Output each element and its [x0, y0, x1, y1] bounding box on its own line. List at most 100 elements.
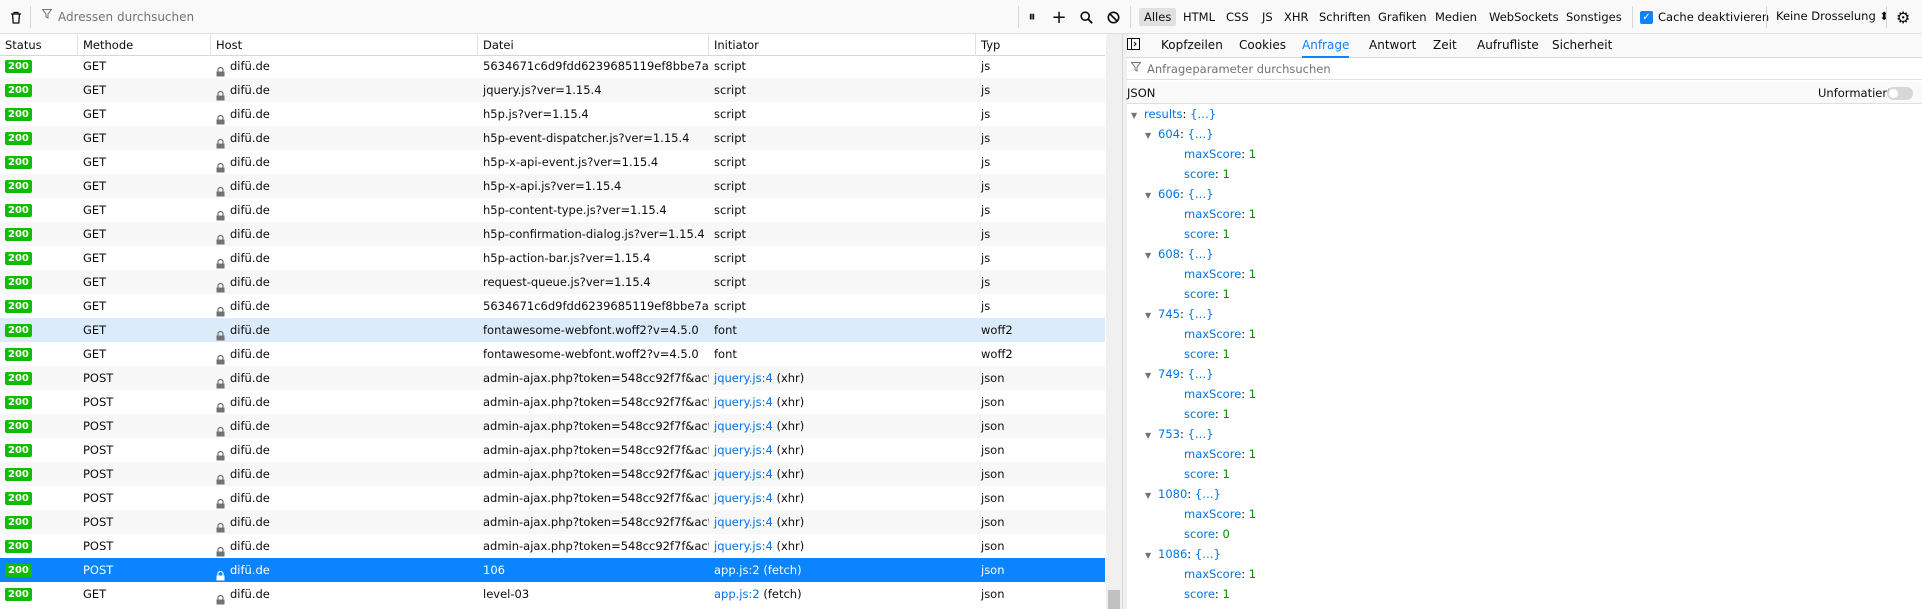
- json-key: 1080: [1158, 487, 1188, 501]
- initiator-link[interactable]: jquery.js:4: [714, 491, 773, 505]
- type-filter-fonts[interactable]: Schriften: [1314, 8, 1376, 26]
- twisty-expanded-icon[interactable]: ▼: [1145, 426, 1155, 446]
- sidebar-toggle-icon[interactable]: [1127, 38, 1140, 53]
- file-cell: h5p-action-bar.js?ver=1.15.4: [478, 246, 709, 270]
- tab-response[interactable]: Antwort: [1369, 34, 1416, 58]
- host-cell: difü.de: [211, 78, 478, 102]
- scrollbar-thumb[interactable]: [1108, 590, 1120, 609]
- table-row[interactable]: 200 GET difü.de fontawesome-webfont.woff2?v…: [0, 342, 1105, 366]
- json-tree-object[interactable]: ▼ 753: {…}: [1145, 424, 1214, 444]
- type-filter-html[interactable]: HTML: [1178, 8, 1220, 26]
- gear-icon[interactable]: ⚙: [1896, 8, 1910, 27]
- type-filter-xhr[interactable]: XHR: [1279, 8, 1314, 26]
- column-header-initiator[interactable]: Initiator: [709, 34, 976, 56]
- tab-timings[interactable]: Zeit: [1433, 34, 1457, 58]
- twisty-expanded-icon[interactable]: ▼: [1145, 546, 1155, 566]
- raw-toggle-switch[interactable]: [1887, 87, 1913, 100]
- status-badge: 200: [5, 348, 32, 361]
- disable-cache-checkbox[interactable]: ✓ Cache deaktivieren: [1640, 9, 1769, 25]
- initiator-link[interactable]: jquery.js:4: [714, 467, 773, 481]
- json-colon: :: [1187, 487, 1195, 501]
- initiator-link[interactable]: jquery.js:4: [714, 515, 773, 529]
- initiator-link[interactable]: jquery.js:4: [714, 419, 773, 433]
- initiator-link[interactable]: jquery.js:4: [714, 395, 773, 409]
- twisty-expanded-icon[interactable]: ▼: [1145, 486, 1155, 506]
- twisty-expanded-icon[interactable]: ▼: [1145, 186, 1155, 206]
- table-row[interactable]: 200 GET difü.de level-03 app.js:2 (fetch) jso…: [0, 582, 1105, 606]
- table-row[interactable]: 200 POST difü.de admin-ajax.php?token=548cc…: [0, 438, 1105, 462]
- json-tree-object[interactable]: ▼ 749: {…}: [1145, 364, 1214, 384]
- json-tree-object[interactable]: ▼ 604: {…}: [1145, 124, 1214, 144]
- table-row[interactable]: 200 GET difü.de h5p-x-api-event.js?ver=1.15…: [0, 150, 1105, 174]
- table-row[interactable]: 200 POST difü.de admin-ajax.php?token=548cc…: [0, 366, 1105, 390]
- table-row[interactable]: 200 POST difü.de 106 app.js:2 (fetch) json: [0, 558, 1105, 582]
- table-row[interactable]: 200 GET difü.de jquery.js?ver=1.15.4 script j…: [0, 78, 1105, 102]
- table-row[interactable]: 200 GET difü.de h5p.js?ver=1.15.4 script js: [0, 102, 1105, 126]
- file-cell: admin-ajax.php?token=548cc92f7f&acti: [478, 510, 709, 534]
- type-filter-websockets[interactable]: WebSockets: [1484, 8, 1564, 26]
- param-filter-input[interactable]: [1127, 58, 1922, 80]
- type-filter-all[interactable]: Alles: [1139, 8, 1177, 26]
- json-tree-object[interactable]: ▼ results: {…}: [1131, 104, 1216, 124]
- table-row[interactable]: 200 POST difü.de admin-ajax.php?token=548cc…: [0, 510, 1105, 534]
- tab-stack-trace[interactable]: Aufrufliste: [1477, 34, 1539, 58]
- table-row[interactable]: 200 GET difü.de h5p-action-bar.js?ver=1.15.…: [0, 246, 1105, 270]
- table-row[interactable]: 200 GET difü.de fontawesome-webfont.woff2?v…: [0, 318, 1105, 342]
- tab-security[interactable]: Sicherheit: [1552, 34, 1612, 58]
- initiator-link[interactable]: app.js:2: [714, 587, 760, 601]
- url-filter-input[interactable]: [38, 5, 1018, 29]
- tab-request[interactable]: Anfrage: [1302, 34, 1350, 58]
- initiator-link[interactable]: app.js:2: [714, 563, 760, 577]
- table-row[interactable]: 200 POST difü.de admin-ajax.php?token=548cc…: [0, 414, 1105, 438]
- json-tree-object[interactable]: ▼ 745: {…}: [1145, 304, 1214, 324]
- column-header-type[interactable]: Typ: [976, 34, 1105, 56]
- table-row[interactable]: 200 GET difü.de h5p-content-type.js?ver=1.1…: [0, 198, 1105, 222]
- column-header-status[interactable]: Status: [0, 34, 78, 56]
- column-header-host[interactable]: Host: [211, 34, 478, 56]
- tab-headers[interactable]: Kopfzeilen: [1161, 34, 1223, 58]
- type-filter-media[interactable]: Medien: [1430, 8, 1482, 26]
- table-row[interactable]: 200 POST difü.de admin-ajax.php?token=548cc…: [0, 462, 1105, 486]
- search-icon[interactable]: [1078, 9, 1094, 25]
- type-filter-css[interactable]: CSS: [1221, 8, 1254, 26]
- json-tree-object[interactable]: ▼ 606: {…}: [1145, 184, 1214, 204]
- request-list-scrollbar[interactable]: [1106, 34, 1122, 609]
- table-row[interactable]: 200 GET difü.de h5p-event-dispatcher.js?ver…: [0, 126, 1105, 150]
- table-row[interactable]: 200 POST difü.de admin-ajax.php?token=548cc…: [0, 486, 1105, 510]
- type-filter-other[interactable]: Sonstiges: [1561, 8, 1627, 26]
- json-tree-object[interactable]: ▼ 1086: {…}: [1145, 544, 1221, 564]
- twisty-expanded-icon[interactable]: ▼: [1131, 106, 1141, 126]
- column-header-file[interactable]: Datei: [478, 34, 709, 56]
- host-cell: difü.de: [211, 510, 478, 534]
- type-filter-js[interactable]: JS: [1257, 8, 1278, 26]
- table-row[interactable]: 200 GET difü.de 5634671c6d9fdd6239685119ef8…: [0, 56, 1105, 78]
- table-row[interactable]: 200 POST difü.de admin-ajax.php?token=548cc…: [0, 390, 1105, 414]
- table-row[interactable]: 200 GET difü.de h5p-confirmation-dialog.js?…: [0, 222, 1105, 246]
- block-icon[interactable]: [1105, 9, 1121, 25]
- file-text: admin-ajax.php?token=548cc92f7f&action=: [483, 371, 709, 385]
- type-cell: js: [981, 179, 991, 193]
- trash-icon[interactable]: [8, 9, 24, 25]
- type-filter-images[interactable]: Grafiken: [1373, 8, 1432, 26]
- json-tree-object[interactable]: ▼ 608: {…}: [1145, 244, 1214, 264]
- disable-cache-label: Cache deaktivieren: [1658, 10, 1770, 24]
- twisty-expanded-icon[interactable]: ▼: [1145, 126, 1155, 146]
- throttling-select[interactable]: Keine Drosselung ⬍: [1776, 9, 1889, 23]
- table-row[interactable]: 200 POST difü.de admin-ajax.php?token=548cc…: [0, 534, 1105, 558]
- column-header-method[interactable]: Methode: [78, 34, 211, 56]
- twisty-expanded-icon[interactable]: ▼: [1145, 306, 1155, 326]
- table-row[interactable]: 200 GET difü.de h5p-x-api.js?ver=1.15.4 scri…: [0, 174, 1105, 198]
- add-icon[interactable]: +: [1051, 7, 1067, 28]
- initiator-link[interactable]: jquery.js:4: [714, 443, 773, 457]
- twisty-expanded-icon[interactable]: ▼: [1145, 246, 1155, 266]
- lock-icon: [216, 181, 225, 196]
- method-cell: GET: [83, 227, 107, 241]
- initiator-link[interactable]: jquery.js:4: [714, 371, 773, 385]
- table-row[interactable]: 200 GET difü.de request-queue.js?ver=1.15.4…: [0, 270, 1105, 294]
- json-tree-object[interactable]: ▼ 1080: {…}: [1145, 484, 1221, 504]
- initiator-link[interactable]: jquery.js:4: [714, 539, 773, 553]
- twisty-expanded-icon[interactable]: ▼: [1145, 366, 1155, 386]
- table-row[interactable]: 200 GET difü.de 5634671c6d9fdd6239685119ef8…: [0, 294, 1105, 318]
- tab-cookies[interactable]: Cookies: [1239, 34, 1286, 58]
- pause-icon[interactable]: ⏸: [1024, 9, 1040, 25]
